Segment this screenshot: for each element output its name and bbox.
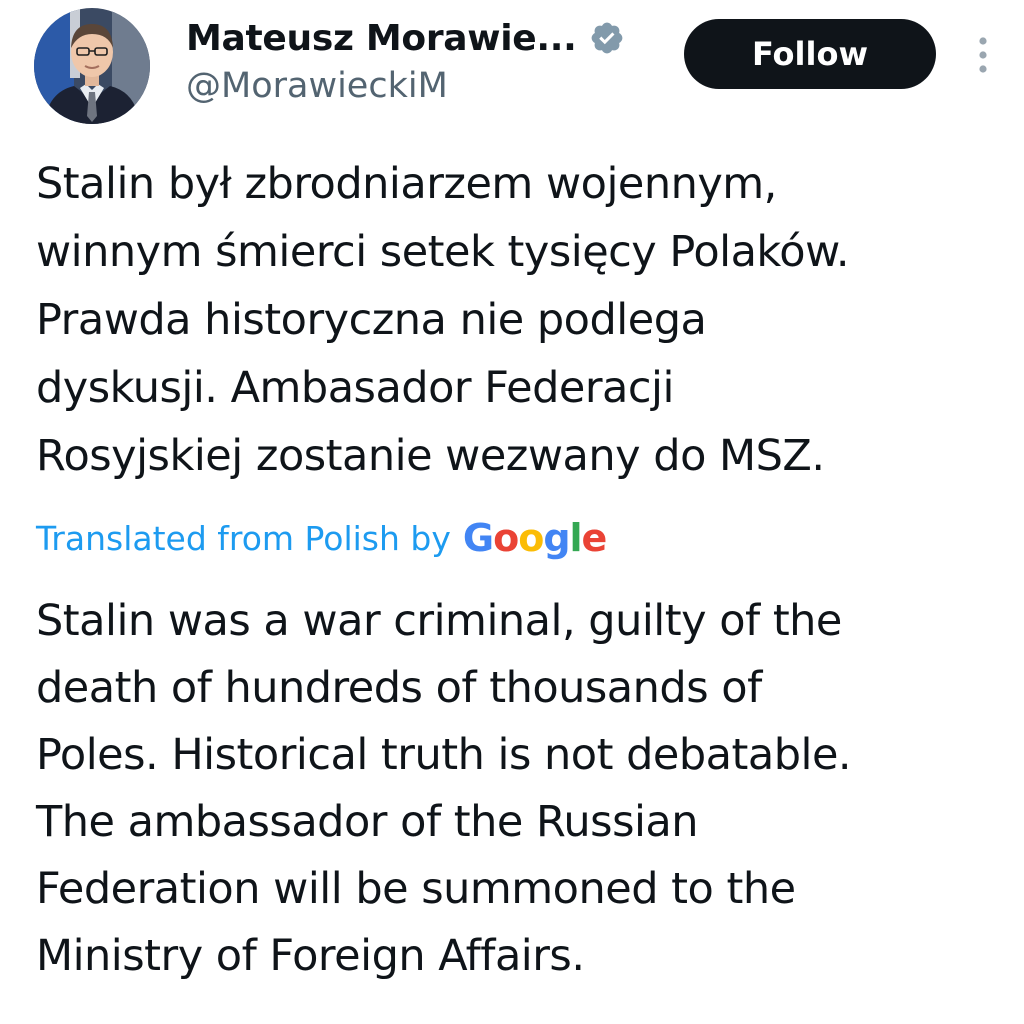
google-logo-letter: g (543, 516, 570, 560)
google-logo-letter: G (462, 516, 494, 560)
tweet-text-line: Rosyjskiej zostanie wezwany do MSZ. (36, 431, 825, 481)
translation-attribution: Translated from Polish by Google (36, 510, 608, 566)
google-logo-letter: e (581, 516, 608, 560)
tweet-text-line: Prawda historyczna nie podlega (36, 295, 707, 345)
author-name-row: Mateusz Morawie... (186, 14, 625, 62)
translation-text-line: The ambassador of the Russian (36, 797, 699, 847)
translated-from-link[interactable]: Translated from Polish by (36, 519, 451, 558)
google-logo: Google (462, 516, 608, 560)
google-logo-letter: l (569, 516, 583, 560)
tweet-text-line: winnym śmierci setek tysięcy Polaków. (36, 227, 850, 277)
translation-text: Stalin was a war criminal, guilty of the… (36, 588, 996, 990)
translation-text-line: Stalin was a war criminal, guilty of the (36, 596, 842, 646)
verified-badge-icon[interactable] (589, 20, 625, 56)
profile-photo (34, 8, 150, 124)
google-logo-letter: o (518, 516, 544, 560)
translation-text-line: Poles. Historical truth is not debatable… (36, 730, 852, 780)
translation-text-line: Federation will be summoned to the (36, 864, 796, 914)
more-vertical-icon[interactable] (970, 34, 996, 76)
tweet-text-line: dyskusji. Ambasador Federacji (36, 363, 674, 413)
translation-text-line: Ministry of Foreign Affairs. (36, 931, 585, 981)
follow-button[interactable]: Follow (684, 19, 936, 89)
avatar[interactable] (34, 8, 150, 124)
tweet-text-line: Stalin był zbrodniarzem wojennym, (36, 159, 777, 209)
tweet-text: Stalin był zbrodniarzem wojennym, winnym… (36, 150, 996, 490)
translation-text-line: death of hundreds of thousands of (36, 663, 762, 713)
author-display-name[interactable]: Mateusz Morawie... (186, 18, 577, 59)
google-logo-letter: o (493, 516, 519, 560)
author-handle[interactable]: @MorawieckiM (186, 66, 448, 106)
